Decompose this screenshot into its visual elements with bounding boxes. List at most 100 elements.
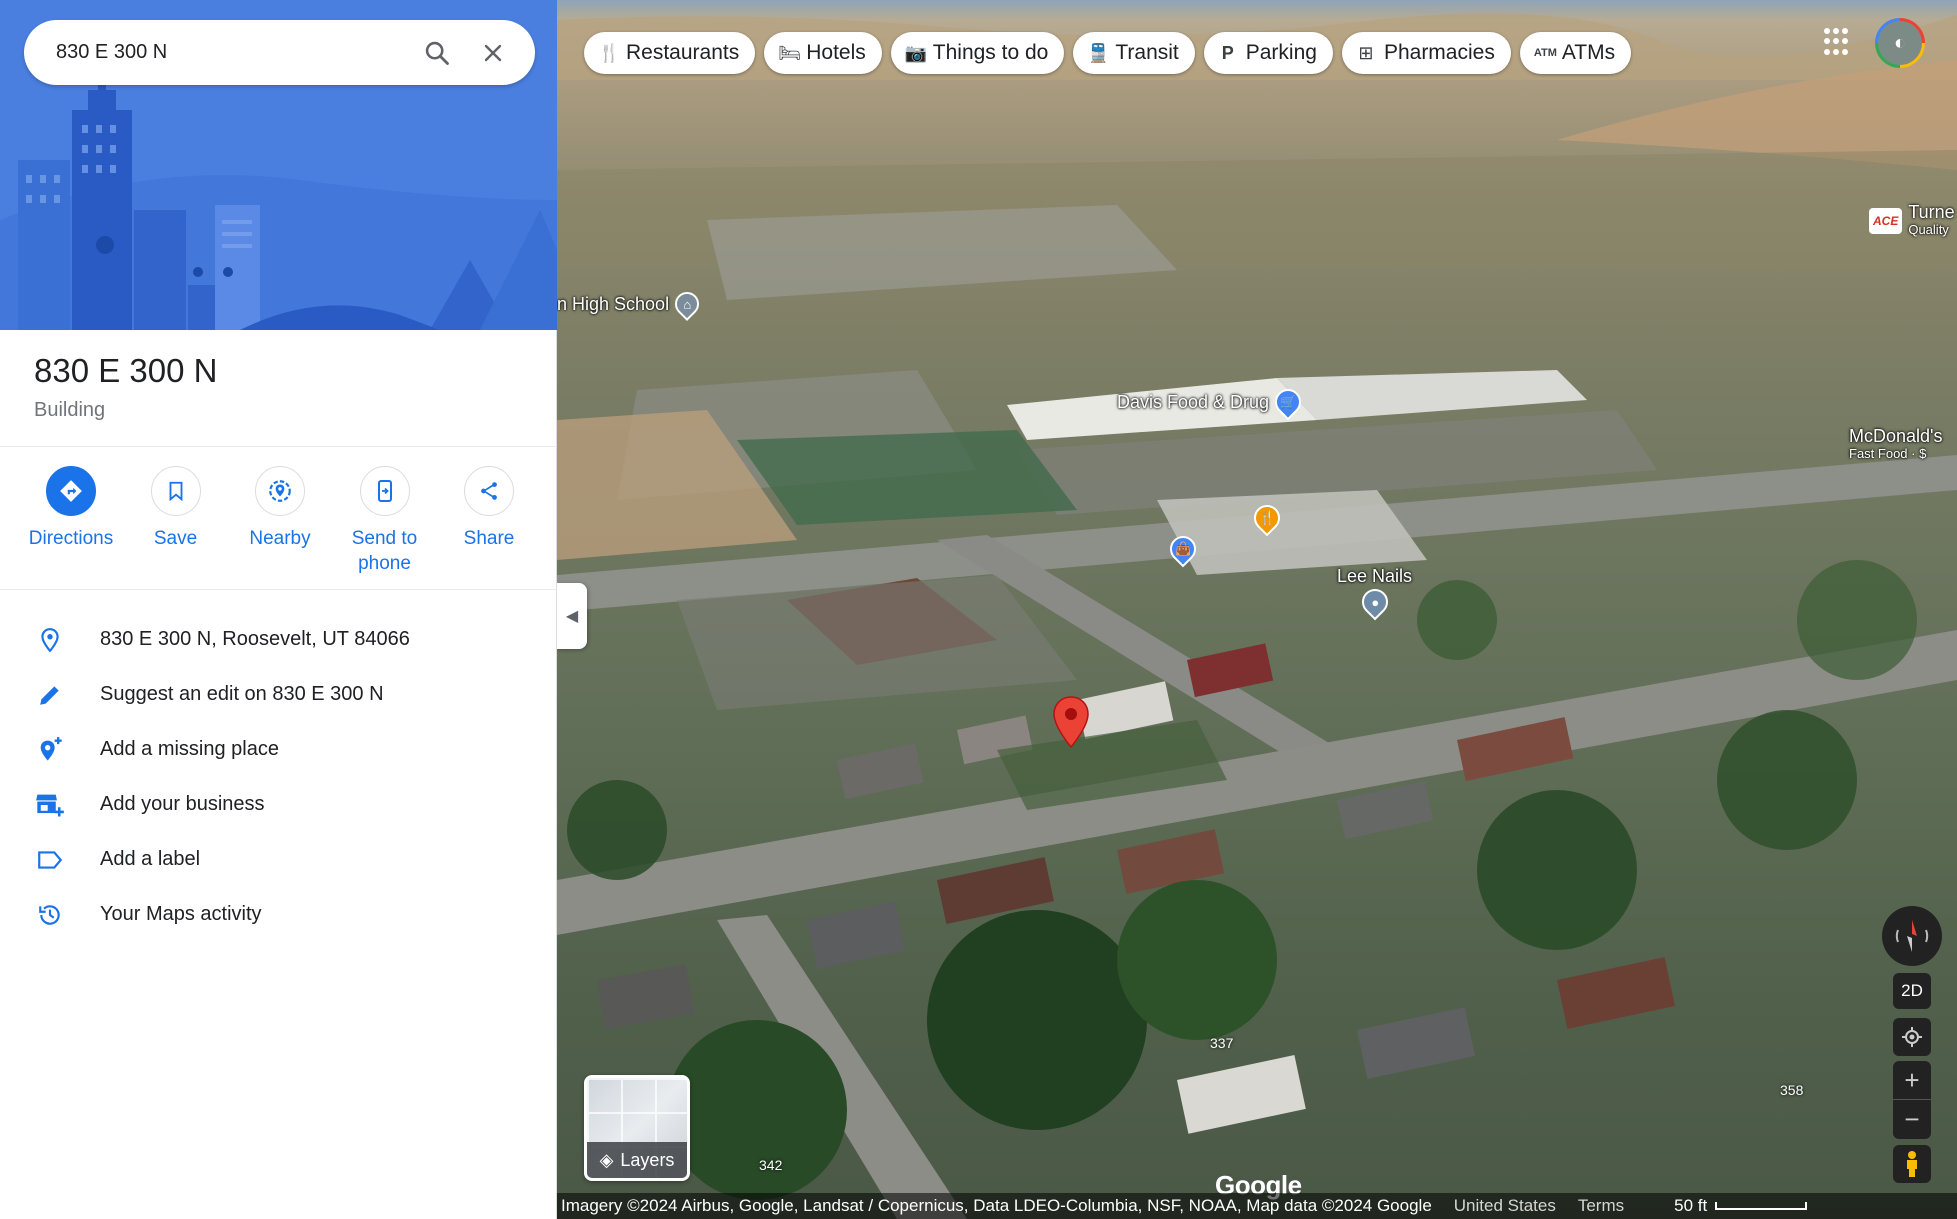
chip-label: Restaurants [626,41,740,64]
save-button[interactable]: Save [125,466,227,576]
poi-shopping-marker[interactable]: 👜 [1164,530,1202,568]
zoom-in-button[interactable]: + [1893,1061,1931,1100]
2d-view-toggle[interactable]: 2D [1893,973,1931,1009]
terms-link[interactable]: Terms [1578,1196,1624,1216]
poi-restaurant-marker[interactable]: 🍴 [1248,499,1286,537]
suggest-edit-text: Suggest an edit on 830 E 300 N [100,683,384,705]
poi-davis-food-drug[interactable]: Davis Food & Drug 🛒 [1117,383,1307,421]
action-label: Save [153,528,198,549]
divider [0,589,557,590]
avatar-icon: ◐ [1878,21,1922,65]
chip-atms[interactable]: ATM ATMs [1519,32,1632,74]
poi-ace-hardware[interactable]: ACE Turne Quality [1869,203,1955,239]
poi-lee-nails[interactable]: Lee Nails ● [1337,566,1413,621]
place-actions: Directions Save Nearby Send to phone Sha… [20,466,540,576]
action-label: Directions [28,528,114,549]
chip-transit[interactable]: 🚆 Transit [1073,32,1195,74]
place-side-panel: 830 E 300 N Building Directions [0,0,557,1219]
transit-icon: 🚆 [1087,42,1110,63]
category-chips: 🍴 Restaurants 🛏 Hotels 📷 Things to do 🚆 Tran… [584,32,1632,74]
poi-sublabel: Quality [1908,222,1949,237]
chip-restaurants[interactable]: 🍴 Restaurants [584,32,756,74]
restaurant-icon: 🍴 [598,42,621,63]
poi-label: Lee Nails [1337,566,1413,586]
chip-pharmacies[interactable]: ⊞ Pharmacies [1341,32,1511,74]
road-number-label: 342 [759,1157,783,1173]
add-missing-place-row[interactable]: Add a missing place [0,722,557,777]
zoom-controls: + − [1893,1061,1931,1139]
satellite-map[interactable]: n High School ⌂ Davis Food & Drug 🛒 🍴 👜 … [557,0,1957,1219]
pharmacy-icon: ⊞ [1358,42,1374,63]
imagery-attribution: Imagery ©2024 Airbus, Google, Landsat / … [561,1196,1432,1215]
label-icon [38,850,63,869]
chip-parking[interactable]: P Parking [1203,32,1333,74]
compass-icon [1895,920,1929,952]
scale-bar[interactable]: 50 ft [1674,1196,1808,1216]
scale-label: 50 ft [1674,1196,1708,1215]
my-location-button[interactable] [1893,1018,1931,1056]
place-title: 830 E 300 N [34,352,218,389]
add-business-row[interactable]: Add your business [0,777,557,832]
hotel-icon: 🛏 [778,42,802,63]
search-button[interactable] [417,33,457,73]
history-icon [39,904,60,925]
selected-location-marker-icon[interactable] [1052,695,1090,749]
send-to-phone-icon [377,480,392,502]
search-input[interactable] [56,41,401,64]
place-category: Building [34,399,106,421]
maps-activity-text: Your Maps activity [100,903,262,925]
divider [0,446,557,447]
chevron-left-icon: ◀ [565,608,579,625]
road-number-label: 358 [1780,1082,1804,1098]
ace-logo-icon: ACE [1869,208,1903,234]
atm-icon: ATM [1533,47,1557,59]
shopping-cart-pin-icon: 🛒 [1269,383,1307,421]
my-location-icon [1902,1027,1922,1047]
poi-label: Davis Food & Drug [1117,391,1270,412]
action-label: Send to phone [351,528,418,574]
search-box[interactable] [24,20,535,85]
chip-label: Pharmacies [1383,41,1495,64]
add-place-icon [40,736,62,760]
bookmark-icon [169,481,182,502]
send-to-phone-button[interactable]: Send to phone [334,466,436,576]
clear-search-button[interactable] [473,33,513,73]
share-icon [481,482,497,500]
zoom-out-button[interactable]: − [1893,1100,1931,1139]
layers-button[interactable]: ◈ Layers [584,1075,690,1181]
camera-icon: 📷 [904,42,928,63]
map-imagery [557,13,1957,1219]
address-row[interactable]: 830 E 300 N, Roosevelt, UT 84066 [0,612,557,667]
google-apps-icon[interactable] [1824,28,1852,56]
add-label-row[interactable]: Add a label [0,832,557,887]
compass-button[interactable] [1882,906,1942,966]
maps-activity-row[interactable]: Your Maps activity [0,887,557,942]
add-business-text: Add your business [100,793,265,815]
street-view-pegman[interactable] [1893,1145,1931,1183]
location-pin-icon [41,627,59,652]
nearby-button[interactable]: Nearby [229,466,331,576]
chip-things-to-do[interactable]: 📷 Things to do [890,32,1065,74]
collapse-panel-button[interactable]: ◀ [557,583,587,649]
country-link[interactable]: United States [1454,1196,1556,1216]
directions-button[interactable]: Directions [20,466,122,576]
attribution-bar: Imagery ©2024 Airbus, Google, Landsat / … [557,1193,1957,1219]
account-avatar[interactable]: ◐ [1875,18,1925,68]
poi-label: McDonald's [1849,426,1943,446]
parking-icon: P [1221,42,1234,63]
shopping-bag-pin-icon: 👜 [1164,530,1202,568]
pegman-icon [1907,1151,1917,1177]
directions-icon [60,480,82,502]
chip-label: Hotels [806,41,866,64]
scale-bar-graphic [1715,1202,1808,1210]
poi-label: Turne [1908,202,1955,222]
2d-label: 2D [1901,981,1923,1000]
close-icon [484,44,502,61]
share-button[interactable]: Share [438,466,540,576]
poi-high-school[interactable]: n High School ⌂ [557,287,705,321]
chip-hotels[interactable]: 🛏 Hotels [764,32,882,74]
poi-mcdonalds[interactable]: McDonald's Fast Food · $ [1849,427,1942,463]
suggest-edit-row[interactable]: Suggest an edit on 830 E 300 N [0,667,557,722]
place-info-list: 830 E 300 N, Roosevelt, UT 84066 Suggest… [0,612,557,942]
restaurant-pin-icon: 🍴 [1248,499,1286,537]
